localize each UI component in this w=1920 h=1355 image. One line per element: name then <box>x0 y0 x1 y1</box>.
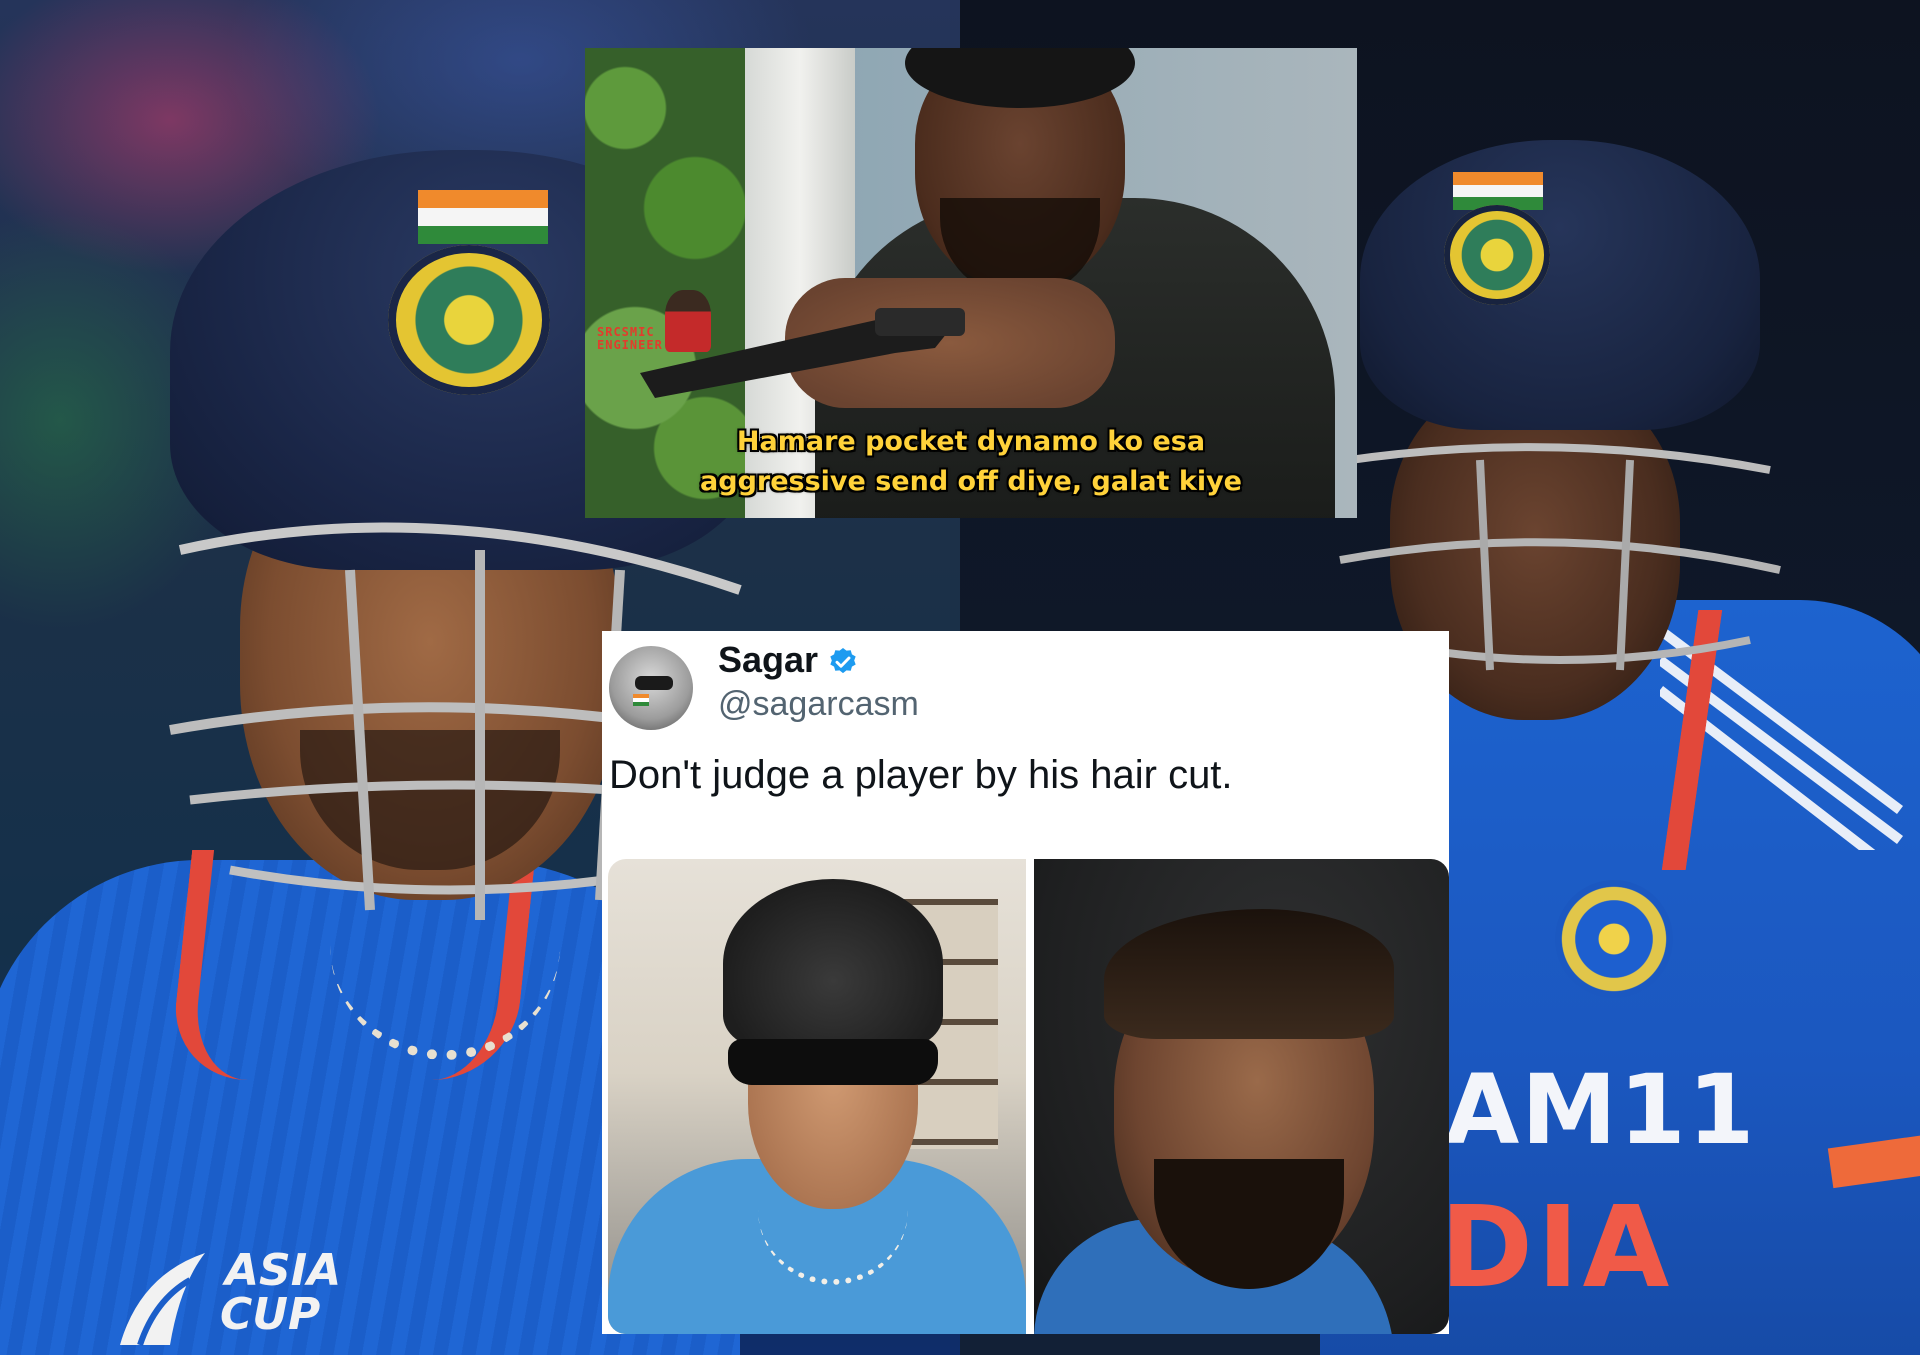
tweet-author-handle[interactable]: @sagarcasm <box>718 685 919 724</box>
sunglasses-icon <box>728 1039 938 1085</box>
tweet-author-name[interactable]: Sagar <box>718 639 818 681</box>
right-jersey-text-line2: DIA <box>1440 1183 1674 1313</box>
avatar-sunglasses <box>635 676 673 690</box>
asia-cup-logo-line1: ASIA <box>225 1245 342 1296</box>
tweet-card: Sagar @sagarcasm Don't judge a player by… <box>602 631 1449 1334</box>
tweet-text: Don't judge a player by his hair cut. <box>609 753 1233 797</box>
right-player-helmet <box>1360 140 1760 430</box>
asia-cup-logo-line2: CUP <box>220 1289 321 1340</box>
verified-badge-icon <box>830 648 856 674</box>
left-helmet-flag <box>418 190 548 244</box>
right-helmet-crest-icon <box>1444 205 1550 305</box>
meme-watermark-line2: ENGINEER <box>597 338 663 352</box>
meme-image: SRCSMIC ENGINEER Hamare pocket dynamo ko… <box>585 48 1357 518</box>
meme-caption-line1: Hamare pocket dynamo ko esa <box>736 426 1206 457</box>
meme-watermark-figure-icon <box>665 290 711 352</box>
meme-collage: ASIA CUP AM11 DIA SRCSMIC ENGINEER Hamar… <box>0 0 1920 1355</box>
asia-cup-logo: ASIA CUP <box>110 1245 350 1355</box>
photo-right-person-hair <box>1104 909 1394 1039</box>
meme-watermark: SRCSMIC ENGINEER <box>597 276 727 366</box>
left-helmet-crest-icon <box>388 245 550 395</box>
right-jersey-crest-icon <box>1555 880 1673 998</box>
meme-caption-line2: aggressive send off diye, galat kiye <box>700 466 1242 497</box>
avatar[interactable] <box>609 646 693 730</box>
avatar-flag-icon <box>633 694 649 706</box>
right-jersey-text-line1: AM11 <box>1445 1054 1757 1166</box>
tweet-photo-right[interactable] <box>1034 859 1449 1334</box>
asia-cup-logo-icon <box>120 1253 205 1346</box>
photo-left-person-hair <box>723 879 943 1049</box>
tweet-photo-left[interactable] <box>608 859 1026 1334</box>
